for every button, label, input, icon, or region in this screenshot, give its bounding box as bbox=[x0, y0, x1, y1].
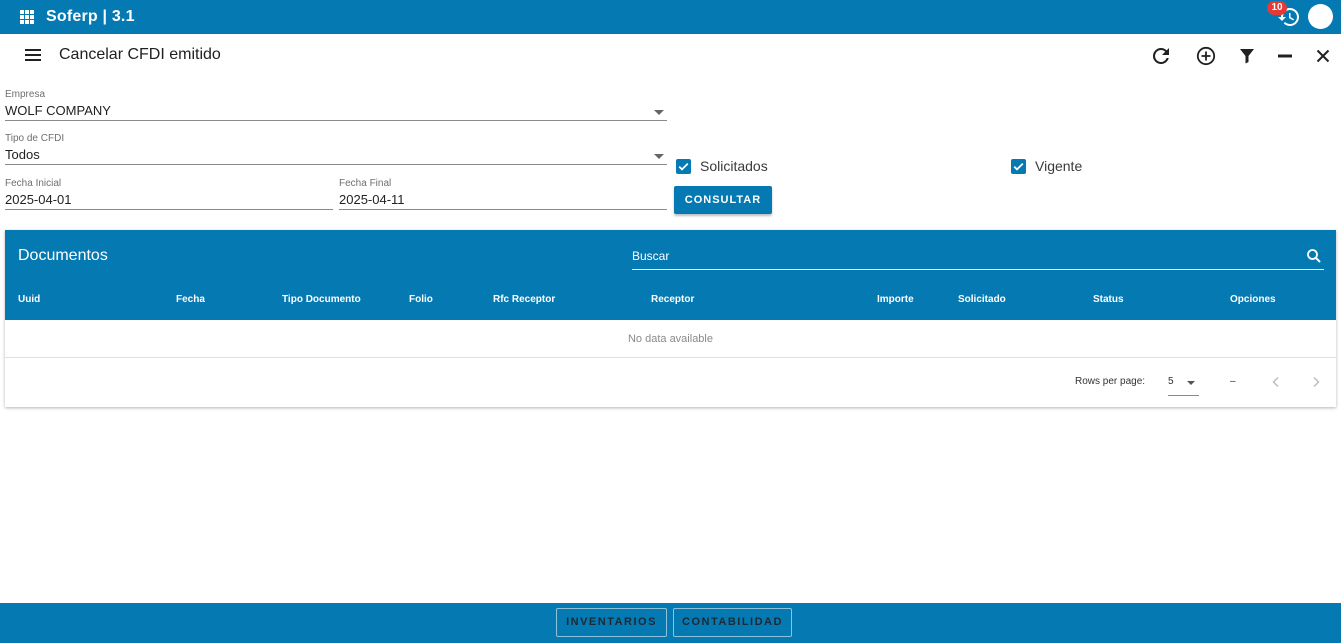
fecha-final-field[interactable]: Fecha Final 2025-04-11 bbox=[339, 178, 667, 210]
app-bar: Soferp | 3.1 10 bbox=[0, 0, 1341, 34]
column-header-importe[interactable]: Importe bbox=[877, 294, 914, 305]
column-header-opciones[interactable]: Opciones bbox=[1230, 294, 1276, 305]
contabilidad-button[interactable]: CONTABILIDAD bbox=[673, 608, 792, 637]
page-title: Cancelar CFDI emitido bbox=[59, 46, 221, 63]
apps-grid-icon[interactable] bbox=[20, 10, 34, 24]
empresa-value: WOLF COMPANY bbox=[5, 103, 111, 118]
fecha-inicial-label: Fecha Inicial bbox=[5, 178, 62, 189]
table-title: Documentos bbox=[18, 247, 108, 264]
pagination-range: – bbox=[1230, 376, 1236, 387]
column-header-fecha[interactable]: Fecha bbox=[176, 294, 205, 305]
column-header-status[interactable]: Status bbox=[1093, 294, 1124, 305]
table-header: Documentos Buscar Uuid Fecha Tipo Docume… bbox=[5, 230, 1336, 320]
vigente-label: Vigente bbox=[1035, 158, 1083, 174]
chevron-down-icon bbox=[1187, 381, 1195, 385]
empresa-label: Empresa bbox=[5, 89, 46, 100]
column-header-folio[interactable]: Folio bbox=[409, 294, 433, 305]
empresa-select[interactable]: Empresa WOLF COMPANY bbox=[5, 89, 667, 121]
column-header-tipo-documento[interactable]: Tipo Documento bbox=[282, 294, 361, 305]
solicitados-label: Solicitados bbox=[700, 158, 768, 174]
chevron-down-icon bbox=[654, 110, 664, 115]
column-header-rfc-receptor[interactable]: Rfc Receptor bbox=[493, 294, 555, 305]
search-icon[interactable] bbox=[1305, 247, 1323, 265]
close-icon[interactable] bbox=[1311, 44, 1335, 68]
vigente-checkbox[interactable]: Vigente bbox=[1011, 158, 1082, 174]
rows-per-page-select[interactable]: 5 bbox=[1168, 368, 1199, 396]
page-toolbar: Cancelar CFDI emitido bbox=[0, 34, 1341, 76]
bottom-bar: INVENTARIOS CONTABILIDAD bbox=[0, 603, 1341, 643]
chevron-left-icon[interactable] bbox=[1269, 375, 1283, 389]
column-header-receptor[interactable]: Receptor bbox=[651, 294, 694, 305]
inventarios-button[interactable]: INVENTARIOS bbox=[556, 608, 667, 637]
filter-icon[interactable] bbox=[1235, 44, 1259, 68]
search-input[interactable]: Buscar bbox=[632, 242, 1324, 270]
fecha-inicial-value: 2025-04-01 bbox=[5, 192, 72, 207]
chevron-right-icon[interactable] bbox=[1309, 375, 1323, 389]
search-placeholder: Buscar bbox=[632, 249, 670, 263]
avatar[interactable] bbox=[1308, 4, 1333, 29]
add-circle-icon[interactable] bbox=[1194, 44, 1218, 68]
menu-icon[interactable] bbox=[23, 47, 43, 63]
documentos-table: Documentos Buscar Uuid Fecha Tipo Docume… bbox=[5, 230, 1336, 407]
rows-per-page-label: Rows per page: bbox=[1075, 376, 1146, 387]
checkbox-checked-icon bbox=[676, 158, 691, 174]
fecha-final-label: Fecha Final bbox=[339, 178, 392, 189]
fecha-inicial-field[interactable]: Fecha Inicial 2025-04-01 bbox=[5, 178, 333, 210]
app-title: Soferp | 3.1 bbox=[46, 8, 135, 25]
tipo-cfdi-select[interactable]: Tipo de CFDI Todos bbox=[5, 133, 667, 165]
empty-state: No data available bbox=[5, 320, 1336, 358]
tipo-cfdi-value: Todos bbox=[5, 147, 40, 162]
refresh-icon[interactable] bbox=[1149, 44, 1173, 68]
consultar-button[interactable]: CONSULTAR bbox=[674, 186, 772, 214]
chevron-down-icon bbox=[654, 154, 664, 159]
tipo-cfdi-label: Tipo de CFDI bbox=[5, 133, 65, 144]
table-footer: Rows per page: 5 – bbox=[5, 358, 1336, 407]
minimize-icon[interactable] bbox=[1273, 44, 1297, 68]
column-header-uuid[interactable]: Uuid bbox=[18, 294, 40, 305]
checkbox-checked-icon bbox=[1011, 158, 1026, 174]
rows-per-page-value: 5 bbox=[1168, 376, 1174, 387]
solicitados-checkbox[interactable]: Solicitados bbox=[676, 158, 768, 174]
notification-badge: 10 bbox=[1267, 1, 1287, 15]
fecha-final-value: 2025-04-11 bbox=[339, 192, 405, 207]
column-header-solicitado[interactable]: Solicitado bbox=[958, 294, 1006, 305]
